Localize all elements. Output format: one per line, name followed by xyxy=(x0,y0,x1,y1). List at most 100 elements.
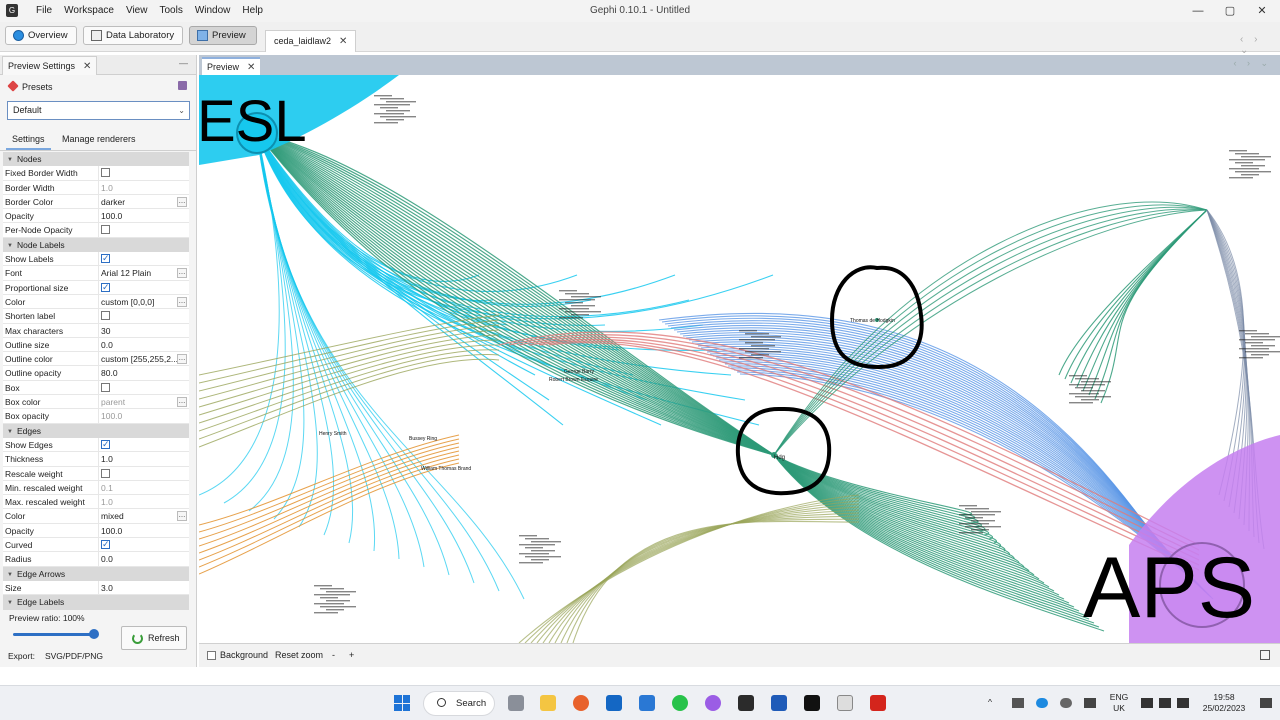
collapse-triangle-icon[interactable]: ▼ xyxy=(7,429,13,435)
cloud-icon[interactable] xyxy=(1060,698,1072,708)
onedrive-icon[interactable] xyxy=(1036,698,1048,708)
preview-ratio-slider-handle[interactable] xyxy=(89,629,99,639)
terminal-icon[interactable] xyxy=(738,695,754,711)
file-explorer-icon[interactable] xyxy=(540,695,556,711)
close-button[interactable]: ✕ xyxy=(1244,0,1280,22)
edit-ellipsis-button[interactable]: … xyxy=(177,296,187,307)
word-icon[interactable] xyxy=(771,695,787,711)
maximize-button[interactable]: ▢ xyxy=(1212,0,1248,22)
collapse-triangle-icon[interactable]: ▼ xyxy=(7,572,13,578)
max-rescaled-weight-value[interactable]: 1.0 xyxy=(98,495,178,510)
outline-color-value[interactable]: custom [255,255,2... xyxy=(98,352,178,367)
min-rescaled-weight-value[interactable]: 0.1 xyxy=(98,480,178,495)
box-opacity-value[interactable]: 100.0 xyxy=(98,409,178,424)
refresh-button[interactable]: Refresh xyxy=(121,626,187,650)
edit-ellipsis-button[interactable]: … xyxy=(177,268,187,279)
graph-preview-canvas[interactable]: ESL APS Thomas de Hodgkin Hdg Henry Smit… xyxy=(199,75,1280,643)
data-laboratory-button[interactable]: Data Laboratory xyxy=(83,26,183,45)
font-value[interactable]: Arial 12 Plain xyxy=(98,266,178,281)
fixed-border-width-checkbox[interactable] xyxy=(101,168,110,178)
category-node-labels[interactable]: ▼ Node Labels xyxy=(3,237,189,253)
reset-zoom-button[interactable]: Reset zoom xyxy=(275,650,323,660)
border-width-value[interactable]: 1.0 xyxy=(98,180,178,195)
collapse-triangle-icon[interactable]: ▼ xyxy=(7,157,13,163)
show-edges-checkbox[interactable] xyxy=(101,438,110,451)
color-value[interactable]: custom [0,0,0] xyxy=(98,294,178,309)
tray-overflow-icon[interactable]: ^ xyxy=(988,697,992,708)
category-edge-arrows[interactable]: ▼ Edge Arrows xyxy=(3,566,189,581)
background-checkbox[interactable] xyxy=(207,651,216,660)
menu-view[interactable]: View xyxy=(120,0,154,22)
close-preview-icon[interactable]: ✕ xyxy=(247,62,255,73)
outline-opacity-value[interactable]: 80.0 xyxy=(98,366,178,381)
max-characters-value[interactable]: 30 xyxy=(98,323,178,338)
collapse-triangle-icon[interactable]: ▼ xyxy=(7,243,13,249)
edit-ellipsis-button[interactable]: … xyxy=(177,511,187,522)
close-tab-icon[interactable]: ✕ xyxy=(339,36,347,47)
whatsapp-icon[interactable] xyxy=(672,695,688,711)
tab-nav-arrows-icon[interactable]: ‹ › ⌄ xyxy=(1240,34,1280,56)
preview-button[interactable]: Preview xyxy=(189,26,257,45)
messenger-icon[interactable] xyxy=(705,695,721,711)
task-view-icon[interactable] xyxy=(508,695,524,711)
tab-file-ceda-laidlaw2[interactable]: ceda_laidlaw2 ✕ xyxy=(265,30,357,52)
show-labels-checkbox[interactable] xyxy=(101,252,110,265)
border-color-value[interactable]: darker xyxy=(98,194,178,209)
minimize-button[interactable]: — xyxy=(1180,0,1216,22)
battery-icon[interactable] xyxy=(1177,698,1189,708)
windows-start-icon[interactable] xyxy=(394,695,410,711)
category-nodes[interactable]: ▼ Nodes xyxy=(3,152,189,167)
preview-ratio-slider[interactable] xyxy=(13,633,95,636)
opacity-value[interactable]: 100.0 xyxy=(98,209,178,224)
export-formats-link[interactable]: SVG/PDF/PNG xyxy=(45,651,103,661)
menu-workspace[interactable]: Workspace xyxy=(58,0,120,22)
menu-file[interactable]: File xyxy=(30,0,58,22)
fullscreen-icon[interactable] xyxy=(1260,650,1270,660)
zoom-in-button[interactable]: + xyxy=(349,650,354,660)
tab-manage-renderers[interactable]: Manage renderers xyxy=(56,131,142,150)
radius-value[interactable]: 0.0 xyxy=(98,552,178,567)
proportional-size-checkbox[interactable] xyxy=(101,281,110,294)
color-value[interactable]: mixed xyxy=(98,509,178,524)
gephi-taskbar-icon[interactable] xyxy=(837,695,853,711)
language-indicator[interactable]: ENG UK xyxy=(1107,692,1131,714)
tab-preview-settings[interactable]: Preview Settings ✕ xyxy=(2,56,98,75)
menu-window[interactable]: Window xyxy=(189,0,237,22)
tab-preview[interactable]: Preview ✕ xyxy=(202,57,261,75)
edit-ellipsis-button[interactable]: … xyxy=(177,196,187,207)
per-node-opacity-checkbox[interactable] xyxy=(101,225,110,235)
overview-button[interactable]: Overview xyxy=(5,26,77,45)
box-checkbox[interactable] xyxy=(101,382,110,392)
thickness-value[interactable]: 1.0 xyxy=(98,452,178,467)
box-color-value[interactable]: parent xyxy=(98,395,178,410)
zoom-out-button[interactable]: - xyxy=(332,650,335,660)
menu-tools[interactable]: Tools xyxy=(153,0,188,22)
taskbar-search-box[interactable]: Search xyxy=(423,691,495,716)
network-graph[interactable]: ESL APS Thomas de Hodgkin Hdg Henry Smit… xyxy=(199,75,1280,643)
outlook-icon[interactable] xyxy=(606,695,622,711)
edit-ellipsis-button[interactable]: … xyxy=(177,354,187,365)
firefox-icon[interactable] xyxy=(573,695,589,711)
size-value[interactable]: 3.0 xyxy=(98,580,178,595)
category-edges[interactable]: ▼ Edges xyxy=(3,423,189,438)
notes-tray-icon[interactable] xyxy=(1012,698,1024,708)
volume-icon[interactable] xyxy=(1159,698,1171,708)
en-keyboard-icon[interactable] xyxy=(804,695,820,711)
edit-ellipsis-button[interactable]: … xyxy=(177,397,187,408)
collapse-triangle-icon[interactable]: ▼ xyxy=(7,600,13,606)
category-edge-labels[interactable]: ▼ Edge Labels xyxy=(3,595,189,610)
outline-size-value[interactable]: 0.0 xyxy=(98,337,178,352)
minimize-panel-icon[interactable]: — xyxy=(179,58,188,68)
clock[interactable]: 19:58 25/02/2023 xyxy=(1196,692,1252,714)
wifi-icon[interactable] xyxy=(1141,698,1153,708)
preset-dropdown[interactable]: Default ⌄ xyxy=(7,101,190,120)
shorten-label-checkbox[interactable] xyxy=(101,311,110,321)
menu-help[interactable]: Help xyxy=(236,0,269,22)
dropbox-icon[interactable] xyxy=(1084,698,1096,708)
acrobat-icon[interactable] xyxy=(870,695,886,711)
store-icon[interactable] xyxy=(639,695,655,711)
curved-checkbox[interactable] xyxy=(101,538,110,551)
save-preset-icon[interactable] xyxy=(178,81,187,90)
preview-nav-icon[interactable]: ‹ › ⌄ xyxy=(1233,58,1272,69)
opacity-value[interactable]: 100.0 xyxy=(98,523,178,538)
